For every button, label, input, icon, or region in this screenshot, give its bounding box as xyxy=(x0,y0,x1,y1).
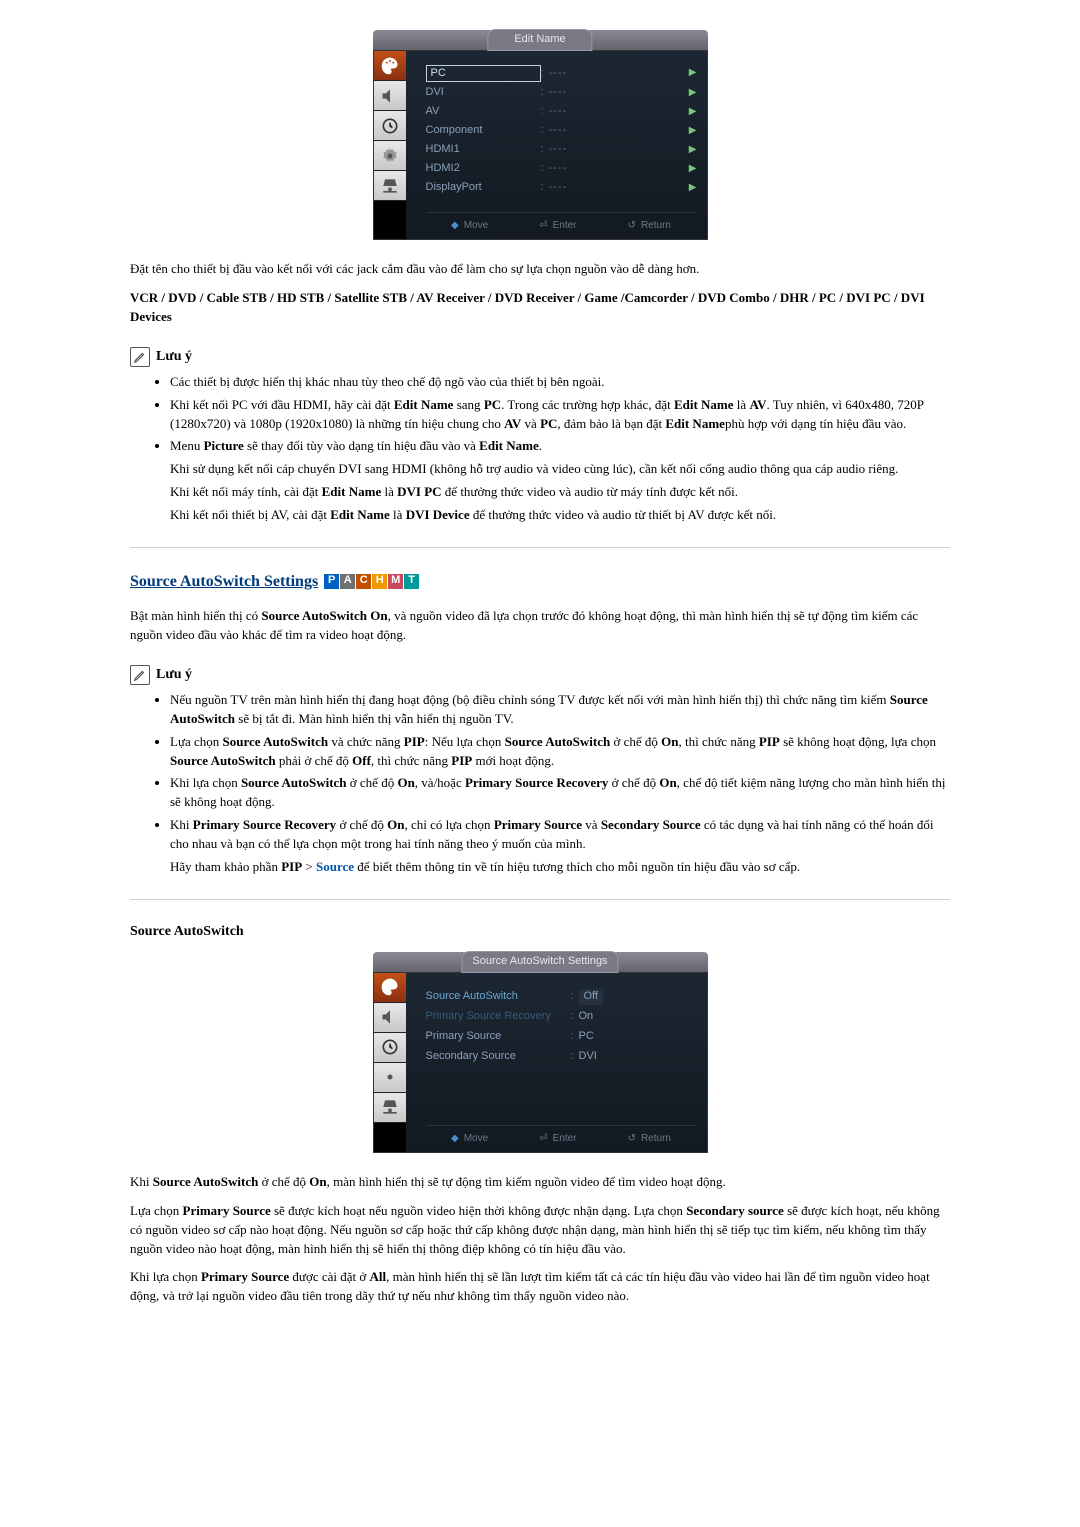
source-row[interactable]: HDMI1: ----▶ xyxy=(426,141,697,160)
panel-titlebar: Edit Name xyxy=(373,30,708,50)
section-title: Source AutoSwitch Settings xyxy=(130,570,318,593)
speaker-icon xyxy=(374,1003,406,1033)
pencil-icon xyxy=(130,665,150,685)
divider xyxy=(130,899,950,900)
list-item: Menu Picture sẽ thay đổi tùy vào dạng tí… xyxy=(170,437,950,524)
move-hint: ◆Move xyxy=(451,1132,488,1147)
input-icon xyxy=(374,1093,406,1123)
source-row[interactable]: DisplayPort: ----▶ xyxy=(426,179,697,198)
note-list: Nếu nguồn TV trên màn hình hiển thị đang… xyxy=(130,691,950,877)
play-icon: ▶ xyxy=(689,181,697,196)
play-icon: ▶ xyxy=(689,86,697,101)
list-item: Nếu nguồn TV trên màn hình hiển thị đang… xyxy=(170,691,950,729)
panel-sidebar xyxy=(374,51,406,239)
badge-h: H xyxy=(372,574,387,589)
intro-paragraph: Đặt tên cho thiết bị đầu vào kết nối với… xyxy=(130,260,950,279)
settings-row[interactable]: Primary Source Recovery : On xyxy=(426,1007,697,1027)
enter-hint: ⏎Enter xyxy=(539,219,576,234)
list-item: Lựa chọn Source AutoSwitch và chức năng … xyxy=(170,733,950,771)
pencil-icon xyxy=(130,347,150,367)
gear-icon xyxy=(374,141,406,171)
edit-name-panel: Edit Name xyxy=(373,30,708,240)
badge-group: P A C H M T xyxy=(324,574,419,589)
divider xyxy=(130,547,950,548)
list-item: Khi kết nối PC với đầu HDMI, hãy cài đặt… xyxy=(170,396,950,434)
settings-row[interactable]: Secondary Source : DVI xyxy=(426,1047,697,1067)
clock-icon xyxy=(374,111,406,141)
autoswitch-intro: Bật màn hình hiển thị có Source AutoSwit… xyxy=(130,607,950,645)
input-icon xyxy=(374,171,406,201)
note-block: Lưu ý Nếu nguồn TV trên màn hình hiển th… xyxy=(130,665,950,877)
play-icon: ▶ xyxy=(689,162,697,177)
source-row[interactable]: Component: ----▶ xyxy=(426,122,697,141)
badge-p: P xyxy=(324,574,339,589)
note-block: Lưu ý Các thiết bị được hiển thị khác nh… xyxy=(130,347,950,525)
badge-m: M xyxy=(388,574,403,589)
panel-titlebar: Source AutoSwitch Settings xyxy=(373,952,708,972)
panel-title: Source AutoSwitch Settings xyxy=(461,951,618,973)
panel-main: PC : ---- ▶ DVI: ----▶ AV: ----▶ Compone… xyxy=(406,51,707,239)
badge-a: A xyxy=(340,574,355,589)
clock-icon xyxy=(374,1033,406,1063)
palette-icon xyxy=(374,51,406,81)
note-title: Lưu ý xyxy=(156,665,192,685)
note-list: Các thiết bị được hiển thị khác nhau tùy… xyxy=(130,373,950,525)
source-row[interactable]: PC : ---- ▶ xyxy=(426,63,697,84)
panel-footer: ◆Move ⏎Enter ↺Return xyxy=(426,1125,697,1153)
list-item: Các thiết bị được hiển thị khác nhau tùy… xyxy=(170,373,950,392)
play-icon: ▶ xyxy=(689,66,697,81)
badge-t: T xyxy=(404,574,419,589)
badge-c: C xyxy=(356,574,371,589)
source-row[interactable]: AV: ----▶ xyxy=(426,103,697,122)
palette-icon xyxy=(374,973,406,1003)
gear-icon xyxy=(374,1063,406,1093)
return-hint: ↺Return xyxy=(628,1132,671,1147)
play-icon: ▶ xyxy=(689,105,697,120)
settings-row[interactable]: Primary Source : PC xyxy=(426,1027,697,1047)
list-item: Khi lựa chọn Source AutoSwitch ở chế độ … xyxy=(170,774,950,812)
panel-sidebar xyxy=(374,973,406,1152)
source-row[interactable]: DVI: ----▶ xyxy=(426,84,697,103)
enter-hint: ⏎Enter xyxy=(539,1132,576,1147)
return-hint: ↺Return xyxy=(628,219,671,234)
paragraph: Khi lựa chọn Primary Source được cài đặt… xyxy=(130,1268,950,1306)
note-title: Lưu ý xyxy=(156,347,192,367)
source-row[interactable]: HDMI2: ----▶ xyxy=(426,160,697,179)
source-label: PC xyxy=(426,65,541,83)
panel-title: Edit Name xyxy=(487,29,592,51)
subsection-title: Source AutoSwitch xyxy=(130,922,950,942)
autoswitch-panel: Source AutoSwitch Settings xyxy=(373,952,708,1153)
speaker-icon xyxy=(374,81,406,111)
play-icon: ▶ xyxy=(689,124,697,139)
move-hint: ◆Move xyxy=(451,219,488,234)
source-value: ---- xyxy=(549,66,689,82)
paragraph: Lựa chọn Primary Source sẽ được kích hoạ… xyxy=(130,1202,950,1259)
section-header: Source AutoSwitch Settings P A C H M T xyxy=(130,570,950,593)
option-off: Off xyxy=(579,989,603,1005)
list-item: Khi Primary Source Recovery ở chế độ On,… xyxy=(170,816,950,877)
paragraph: Khi Source AutoSwitch ở chế độ On, màn h… xyxy=(130,1173,950,1192)
devices-list: VCR / DVD / Cable STB / HD STB / Satelli… xyxy=(130,289,950,327)
source-link[interactable]: Source xyxy=(316,859,354,874)
settings-row[interactable]: Source AutoSwitch : Off xyxy=(426,987,697,1007)
panel-footer: ◆Move ⏎Enter ↺Return xyxy=(426,212,697,240)
play-icon: ▶ xyxy=(689,143,697,158)
